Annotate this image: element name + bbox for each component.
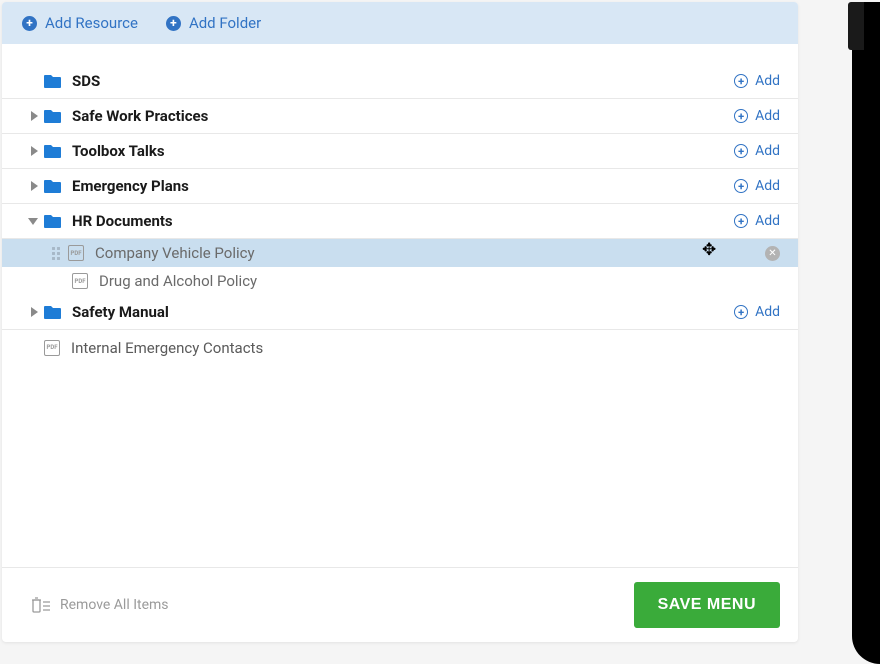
add-label: Add bbox=[755, 178, 780, 194]
folder-icon bbox=[44, 109, 61, 123]
folder-label: Toolbox Talks bbox=[72, 142, 734, 160]
doc-label: Drug and Alcohol Policy bbox=[99, 272, 780, 290]
folder-icon bbox=[44, 74, 61, 88]
plus-circle-outline-icon: + bbox=[734, 74, 748, 88]
expand-toggle[interactable] bbox=[2, 146, 44, 156]
drag-handle-icon[interactable] bbox=[52, 247, 60, 260]
doc-row-company-vehicle-policy[interactable]: PDF Company Vehicle Policy ✕ bbox=[2, 239, 798, 267]
plus-circle-outline-icon: + bbox=[734, 214, 748, 228]
folder-icon bbox=[44, 179, 61, 193]
doc-label: Company Vehicle Policy bbox=[95, 244, 755, 262]
add-label: Add bbox=[755, 73, 780, 89]
pdf-icon: PDF bbox=[44, 340, 60, 356]
doc-label: Internal Emergency Contacts bbox=[71, 339, 780, 357]
resource-tree: SDS + Add Safe Work Practices + Add bbox=[2, 44, 798, 567]
folder-label: HR Documents bbox=[72, 212, 734, 230]
plus-circle-icon: + bbox=[22, 16, 37, 31]
add-to-folder-button[interactable]: + Add bbox=[734, 213, 780, 229]
folder-row-safe-work-practices[interactable]: Safe Work Practices + Add bbox=[2, 99, 798, 134]
add-to-folder-button[interactable]: + Add bbox=[734, 73, 780, 89]
remove-all-label: Remove All Items bbox=[60, 597, 169, 613]
device-frame-edge bbox=[852, 2, 880, 664]
save-menu-button[interactable]: SAVE MENU bbox=[634, 582, 780, 628]
folder-row-sds[interactable]: SDS + Add bbox=[2, 64, 798, 99]
folder-label: Emergency Plans bbox=[72, 177, 734, 195]
add-to-folder-button[interactable]: + Add bbox=[734, 108, 780, 124]
plus-circle-outline-icon: + bbox=[734, 144, 748, 158]
doc-row-drug-alcohol-policy[interactable]: PDF Drug and Alcohol Policy bbox=[2, 267, 798, 295]
plus-circle-outline-icon: + bbox=[734, 179, 748, 193]
folder-label: Safety Manual bbox=[72, 303, 734, 321]
toolbar: + Add Resource + Add Folder bbox=[2, 2, 798, 44]
add-to-folder-button[interactable]: + Add bbox=[734, 304, 780, 320]
pdf-icon: PDF bbox=[72, 273, 88, 289]
add-label: Add bbox=[755, 108, 780, 124]
remove-item-button[interactable]: ✕ bbox=[765, 246, 780, 261]
expand-toggle[interactable] bbox=[2, 181, 44, 191]
folder-label: SDS bbox=[72, 72, 734, 90]
add-folder-button[interactable]: + Add Folder bbox=[166, 14, 261, 32]
folder-row-emergency-plans[interactable]: Emergency Plans + Add bbox=[2, 169, 798, 204]
add-label: Add bbox=[755, 304, 780, 320]
add-label: Add bbox=[755, 143, 780, 159]
remove-all-button[interactable]: Remove All Items bbox=[32, 597, 169, 613]
folder-row-safety-manual[interactable]: Safety Manual + Add bbox=[2, 295, 798, 330]
chevron-right-icon bbox=[31, 146, 38, 156]
trash-list-icon bbox=[32, 597, 50, 613]
resource-menu-panel: + Add Resource + Add Folder SDS + Add bbox=[2, 2, 798, 642]
add-folder-label: Add Folder bbox=[189, 14, 261, 32]
folder-row-hr-documents[interactable]: HR Documents + Add bbox=[2, 204, 798, 239]
folder-row-toolbox-talks[interactable]: Toolbox Talks + Add bbox=[2, 134, 798, 169]
chevron-down-icon bbox=[28, 218, 38, 225]
expand-toggle[interactable] bbox=[2, 218, 44, 225]
chevron-right-icon bbox=[31, 111, 38, 121]
folder-icon bbox=[44, 144, 61, 158]
doc-row-internal-emergency-contacts[interactable]: PDF Internal Emergency Contacts bbox=[2, 330, 798, 365]
add-resource-label: Add Resource bbox=[45, 14, 138, 32]
chevron-right-icon bbox=[31, 307, 38, 317]
panel-footer: Remove All Items SAVE MENU bbox=[2, 567, 798, 642]
expand-toggle[interactable] bbox=[2, 111, 44, 121]
folder-icon bbox=[44, 214, 61, 228]
plus-circle-outline-icon: + bbox=[734, 109, 748, 123]
pdf-icon: PDF bbox=[68, 245, 84, 261]
add-to-folder-button[interactable]: + Add bbox=[734, 143, 780, 159]
plus-circle-icon: + bbox=[166, 16, 181, 31]
add-label: Add bbox=[755, 213, 780, 229]
expand-toggle[interactable] bbox=[2, 307, 44, 317]
folder-label: Safe Work Practices bbox=[72, 107, 734, 125]
chevron-right-icon bbox=[31, 181, 38, 191]
folder-icon bbox=[44, 305, 61, 319]
plus-circle-outline-icon: + bbox=[734, 305, 748, 319]
add-to-folder-button[interactable]: + Add bbox=[734, 178, 780, 194]
add-resource-button[interactable]: + Add Resource bbox=[22, 14, 138, 32]
